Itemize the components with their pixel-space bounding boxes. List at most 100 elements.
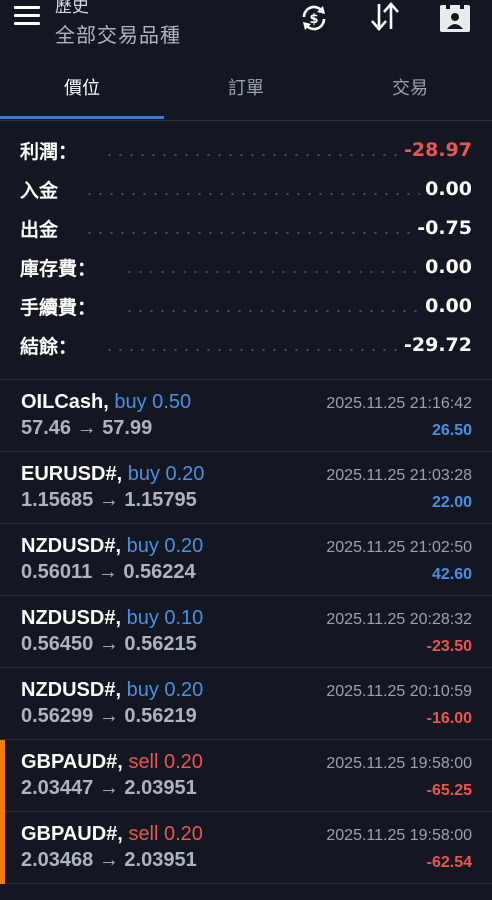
trade-side: buy 0.20: [127, 463, 205, 485]
trade-row[interactable]: NZDUSD#, buy 0.10 0.56450 → 0.56215 2025…: [0, 596, 492, 668]
trade-symbol-line: GBPAUD#, sell 0.20: [21, 751, 203, 774]
summary-value: -0.75: [417, 217, 472, 239]
trade-prices: 0.56011 → 0.56224: [21, 561, 196, 584]
symbol-filter[interactable]: 全部交易品種: [55, 19, 181, 48]
trade-time: 2025.11.25 21:16:42: [326, 395, 472, 412]
arrow-right-icon: →: [97, 561, 118, 583]
summary-label: 手續費：: [20, 297, 97, 319]
summary-value: -29.72: [404, 334, 472, 356]
trade-prices: 1.15685 → 1.15795: [21, 489, 197, 512]
trade-symbol-line: NZDUSD#, buy 0.20: [21, 679, 203, 702]
trade-time: 2025.11.25 20:28:32: [326, 611, 472, 628]
trade-symbol-line: NZDUSD#, buy 0.10: [21, 607, 203, 630]
trade-symbol: NZDUSD#,: [21, 607, 122, 629]
arrow-right-icon: →: [98, 633, 119, 655]
trade-prices: 0.56450 → 0.56215: [21, 633, 197, 656]
trade-time: 2025.11.25 19:58:00: [326, 755, 472, 772]
arrow-right-icon: →: [98, 777, 119, 799]
summary-row-profit: 利潤： -28.97: [0, 133, 492, 172]
trade-symbol: EURUSD#,: [21, 463, 123, 485]
trade-row[interactable]: GBPAUD#, sell 0.20 2.03447 → 2.03951 202…: [0, 740, 492, 812]
close-price: 0.56224: [123, 561, 196, 583]
trade-symbol-line: OILCash, buy 0.50: [21, 391, 191, 414]
dotted-leader: [84, 193, 420, 195]
dotted-leader: [84, 232, 414, 234]
tab-deals[interactable]: 交易: [328, 62, 492, 118]
trade-prices: 57.46 → 57.99: [21, 417, 152, 440]
account-summary: 利潤： -28.97 入金 0.00 出金 -0.75 庫存費： 0.00 手續…: [0, 133, 492, 367]
trade-symbol: NZDUSD#,: [21, 679, 122, 701]
tab-orders[interactable]: 訂單: [164, 62, 328, 118]
summary-row-withdrawal: 出金 -0.75: [0, 211, 492, 250]
close-price: 2.03951: [124, 849, 197, 871]
trade-row[interactable]: EURUSD#, buy 0.20 1.15685 → 1.15795 2025…: [0, 452, 492, 524]
summary-value: 0.00: [425, 178, 472, 200]
close-price: 57.99: [102, 417, 153, 439]
trade-profit: 26.50: [431, 422, 472, 439]
svg-text:$: $: [309, 12, 318, 27]
trade-history-list: OILCash, buy 0.50 57.46 → 57.99 2025.11.…: [0, 380, 492, 884]
trade-symbol: OILCash,: [21, 391, 109, 413]
trade-profit: -65.25: [426, 782, 472, 799]
dotted-leader: [124, 271, 420, 273]
close-price: 0.56215: [124, 633, 197, 655]
summary-row-commission: 手續費： 0.00: [0, 289, 492, 328]
summary-label: 出金: [20, 219, 59, 241]
open-price: 0.56299: [21, 705, 94, 727]
open-price: 2.03447: [21, 777, 94, 799]
trade-side: sell 0.20: [128, 751, 203, 773]
open-price: 57.46: [21, 417, 72, 439]
arrow-right-icon: →: [98, 489, 119, 511]
calendar-icon[interactable]: [437, 0, 473, 36]
summary-row-swap: 庫存費： 0.00: [0, 250, 492, 289]
summary-row-balance: 結餘： -29.72: [0, 328, 492, 367]
arrow-right-icon: →: [98, 705, 119, 727]
currency-sync-icon[interactable]: $: [296, 0, 332, 36]
trade-profit: -23.50: [426, 638, 472, 655]
open-price: 1.15685: [21, 489, 94, 511]
summary-value: -28.97: [404, 139, 472, 161]
trade-symbol-line: GBPAUD#, sell 0.20: [21, 823, 203, 846]
trade-row[interactable]: GBPAUD#, sell 0.20 2.03468 → 2.03951 202…: [0, 812, 492, 884]
trade-side: sell 0.20: [128, 823, 203, 845]
summary-row-deposit: 入金 0.00: [0, 172, 492, 211]
trade-time: 2025.11.25 21:02:50: [326, 539, 472, 556]
trade-time: 2025.11.25 21:03:28: [326, 467, 472, 484]
trade-time: 2025.11.25 19:58:00: [326, 827, 472, 844]
trade-side: buy 0.20: [126, 679, 204, 701]
trade-prices: 0.56299 → 0.56219: [21, 705, 197, 728]
trade-symbol: GBPAUD#,: [21, 823, 123, 845]
trade-profit: -16.00: [426, 710, 472, 727]
active-tab-indicator: [0, 116, 164, 119]
open-price: 2.03468: [21, 849, 94, 871]
trade-profit: 42.60: [431, 566, 472, 583]
trade-row[interactable]: OILCash, buy 0.50 57.46 → 57.99 2025.11.…: [0, 380, 492, 452]
summary-value: 0.00: [425, 256, 472, 278]
trade-side: buy 0.20: [126, 535, 204, 557]
trade-symbol: GBPAUD#,: [21, 751, 123, 773]
hamburger-menu-icon[interactable]: [14, 6, 40, 26]
summary-label: 入金: [20, 180, 59, 202]
app-header: 歷史 全部交易品種 $: [0, 0, 492, 62]
sell-marker: [0, 812, 5, 884]
summary-label: 利潤：: [20, 141, 78, 163]
dotted-leader: [104, 154, 400, 156]
close-price: 1.15795: [124, 489, 197, 511]
trade-row[interactable]: NZDUSD#, buy 0.20 0.56011 → 0.56224 2025…: [0, 524, 492, 596]
trade-side: buy 0.50: [114, 391, 192, 413]
page-subtitle: 歷史: [55, 0, 89, 17]
summary-label: 庫存費：: [20, 258, 97, 280]
trade-symbol-line: NZDUSD#, buy 0.20: [21, 535, 203, 558]
trade-symbol-line: EURUSD#, buy 0.20: [21, 463, 204, 486]
trade-profit: 22.00: [431, 494, 472, 511]
tab-positions[interactable]: 價位: [0, 62, 164, 118]
tab-bar: 價位 訂單 交易: [0, 62, 492, 121]
sort-icon[interactable]: [367, 0, 403, 36]
trade-prices: 2.03468 → 2.03951: [21, 849, 197, 872]
trade-profit: -62.54: [426, 854, 472, 871]
sell-marker: [0, 740, 5, 812]
summary-label: 結餘：: [20, 336, 78, 358]
arrow-right-icon: →: [76, 417, 97, 439]
close-price: 2.03951: [124, 777, 197, 799]
trade-row[interactable]: NZDUSD#, buy 0.20 0.56299 → 0.56219 2025…: [0, 668, 492, 740]
